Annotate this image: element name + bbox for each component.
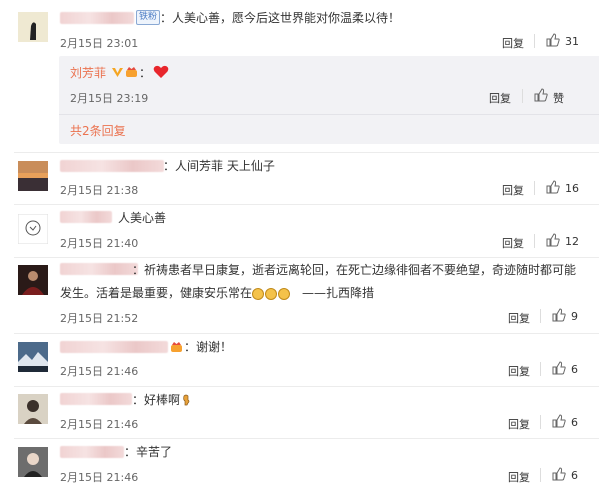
comment-date: 2月15日 21:52 <box>60 312 139 325</box>
divider <box>14 204 599 205</box>
comment-date: 2月15日 21:38 <box>60 184 139 197</box>
heart-icon <box>153 65 169 78</box>
reply-colon: ： <box>139 66 152 80</box>
emoji-icon <box>278 288 290 300</box>
comment-text-line1: ：祈祷患者早日康复，逝者远离轮回，在死亡边缘徘徊者不要绝望，奇迹随时都可能 <box>132 263 577 277</box>
username-blurred[interactable] <box>60 446 124 458</box>
username-blurred[interactable] <box>60 263 138 275</box>
divider <box>14 333 599 334</box>
comment-date: 2月15日 21:46 <box>60 471 139 484</box>
thumbs-up-icon[interactable] <box>552 361 566 375</box>
like-count: 9 <box>571 310 578 323</box>
divider <box>534 234 535 248</box>
comment-signature: ——扎西降措 <box>302 286 375 300</box>
divider <box>540 309 541 323</box>
like-count: 6 <box>571 416 578 429</box>
fan-badge[interactable]: 铁粉 <box>136 10 161 25</box>
thumbs-up-icon[interactable] <box>552 467 566 481</box>
reply-button[interactable]: 回复 <box>502 235 524 251</box>
divider <box>14 386 599 387</box>
crown-icon <box>171 342 182 352</box>
avatar-image <box>18 394 48 424</box>
comment-text: ：好棒啊 <box>132 393 181 407</box>
avatar-image <box>18 161 48 191</box>
divider <box>540 362 541 376</box>
comment-list: 铁粉 ：人美心善，愿今后这世界能对你温柔以待！ 2月15日 23:01 回复 3… <box>0 0 599 492</box>
comment-date: 2月15日 21:46 <box>60 365 139 378</box>
reply-button[interactable]: 回复 <box>508 363 530 379</box>
avatar[interactable] <box>18 447 48 477</box>
reply-thread: 刘芳菲 ： 2月15日 23:19 回复 赞 共2条回复 <box>59 56 599 144</box>
avatar-image <box>18 447 48 477</box>
comment-date: 2月15日 21:46 <box>60 418 139 431</box>
comment-text: ：辛苦了 <box>124 445 173 459</box>
divider <box>540 468 541 482</box>
divider <box>534 181 535 195</box>
divider <box>540 415 541 429</box>
comment-text-line2: 发生。活着是最重要，健康安乐常在 <box>60 286 253 300</box>
avatar-image <box>18 12 48 42</box>
reply-button[interactable]: 回复 <box>508 469 530 485</box>
like-count: 16 <box>565 182 579 195</box>
divider <box>59 114 599 115</box>
verified-icon <box>112 68 123 77</box>
divider <box>522 89 523 103</box>
comment-text: ：谢谢！ <box>184 340 233 354</box>
more-replies-link[interactable]: 共2条回复 <box>70 122 126 139</box>
reply-button[interactable]: 回复 <box>489 90 511 106</box>
avatar[interactable] <box>18 342 48 372</box>
divider <box>534 34 535 48</box>
username-blurred[interactable] <box>60 341 168 353</box>
thumbs-up-icon[interactable] <box>546 233 560 247</box>
avatar[interactable] <box>18 214 48 244</box>
username-blurred[interactable] <box>60 393 132 405</box>
reply-button[interactable]: 回复 <box>508 310 530 326</box>
divider <box>14 257 599 258</box>
thumbs-up-icon[interactable] <box>546 33 560 47</box>
like-count: 31 <box>565 35 579 48</box>
avatar[interactable] <box>18 265 48 295</box>
divider <box>14 152 599 153</box>
avatar[interactable] <box>18 394 48 424</box>
thumbs-up-icon[interactable] <box>534 88 548 102</box>
like-count: 12 <box>565 235 579 248</box>
username-blurred[interactable] <box>60 160 164 172</box>
avatar-image <box>18 214 48 244</box>
like-count: 6 <box>571 469 578 482</box>
comment-date: 2月15日 21:40 <box>60 237 139 250</box>
comment-text: ：人间芳菲 天上仙子 <box>163 159 275 173</box>
thumbs-up-icon[interactable] <box>546 180 560 194</box>
like-count: 6 <box>571 363 578 376</box>
avatar[interactable] <box>18 12 48 42</box>
emoji-icon <box>252 288 264 300</box>
divider <box>14 438 599 439</box>
reply-button[interactable]: 回复 <box>502 35 524 51</box>
reply-author[interactable]: 刘芳菲 <box>70 65 106 81</box>
comment-text: ：人美心善，愿今后这世界能对你温柔以待！ <box>160 11 401 25</box>
reply-date: 2月15日 23:19 <box>70 92 149 105</box>
username-blurred[interactable] <box>60 211 112 223</box>
avatar-image <box>18 342 48 372</box>
emoji-icon <box>265 288 277 300</box>
username-blurred[interactable] <box>60 12 134 24</box>
comment-text: 人美心善 <box>118 211 167 225</box>
avatar-image <box>18 265 48 295</box>
like-label[interactable]: 赞 <box>553 90 564 106</box>
fist-emoji-icon <box>183 394 190 406</box>
thumbs-up-icon[interactable] <box>552 414 566 428</box>
avatar[interactable] <box>18 161 48 191</box>
thumbs-up-icon[interactable] <box>552 308 566 322</box>
reply-button[interactable]: 回复 <box>502 182 524 198</box>
comment-date: 2月15日 23:01 <box>60 37 139 50</box>
reply-button[interactable]: 回复 <box>508 416 530 432</box>
crown-icon <box>126 67 137 77</box>
